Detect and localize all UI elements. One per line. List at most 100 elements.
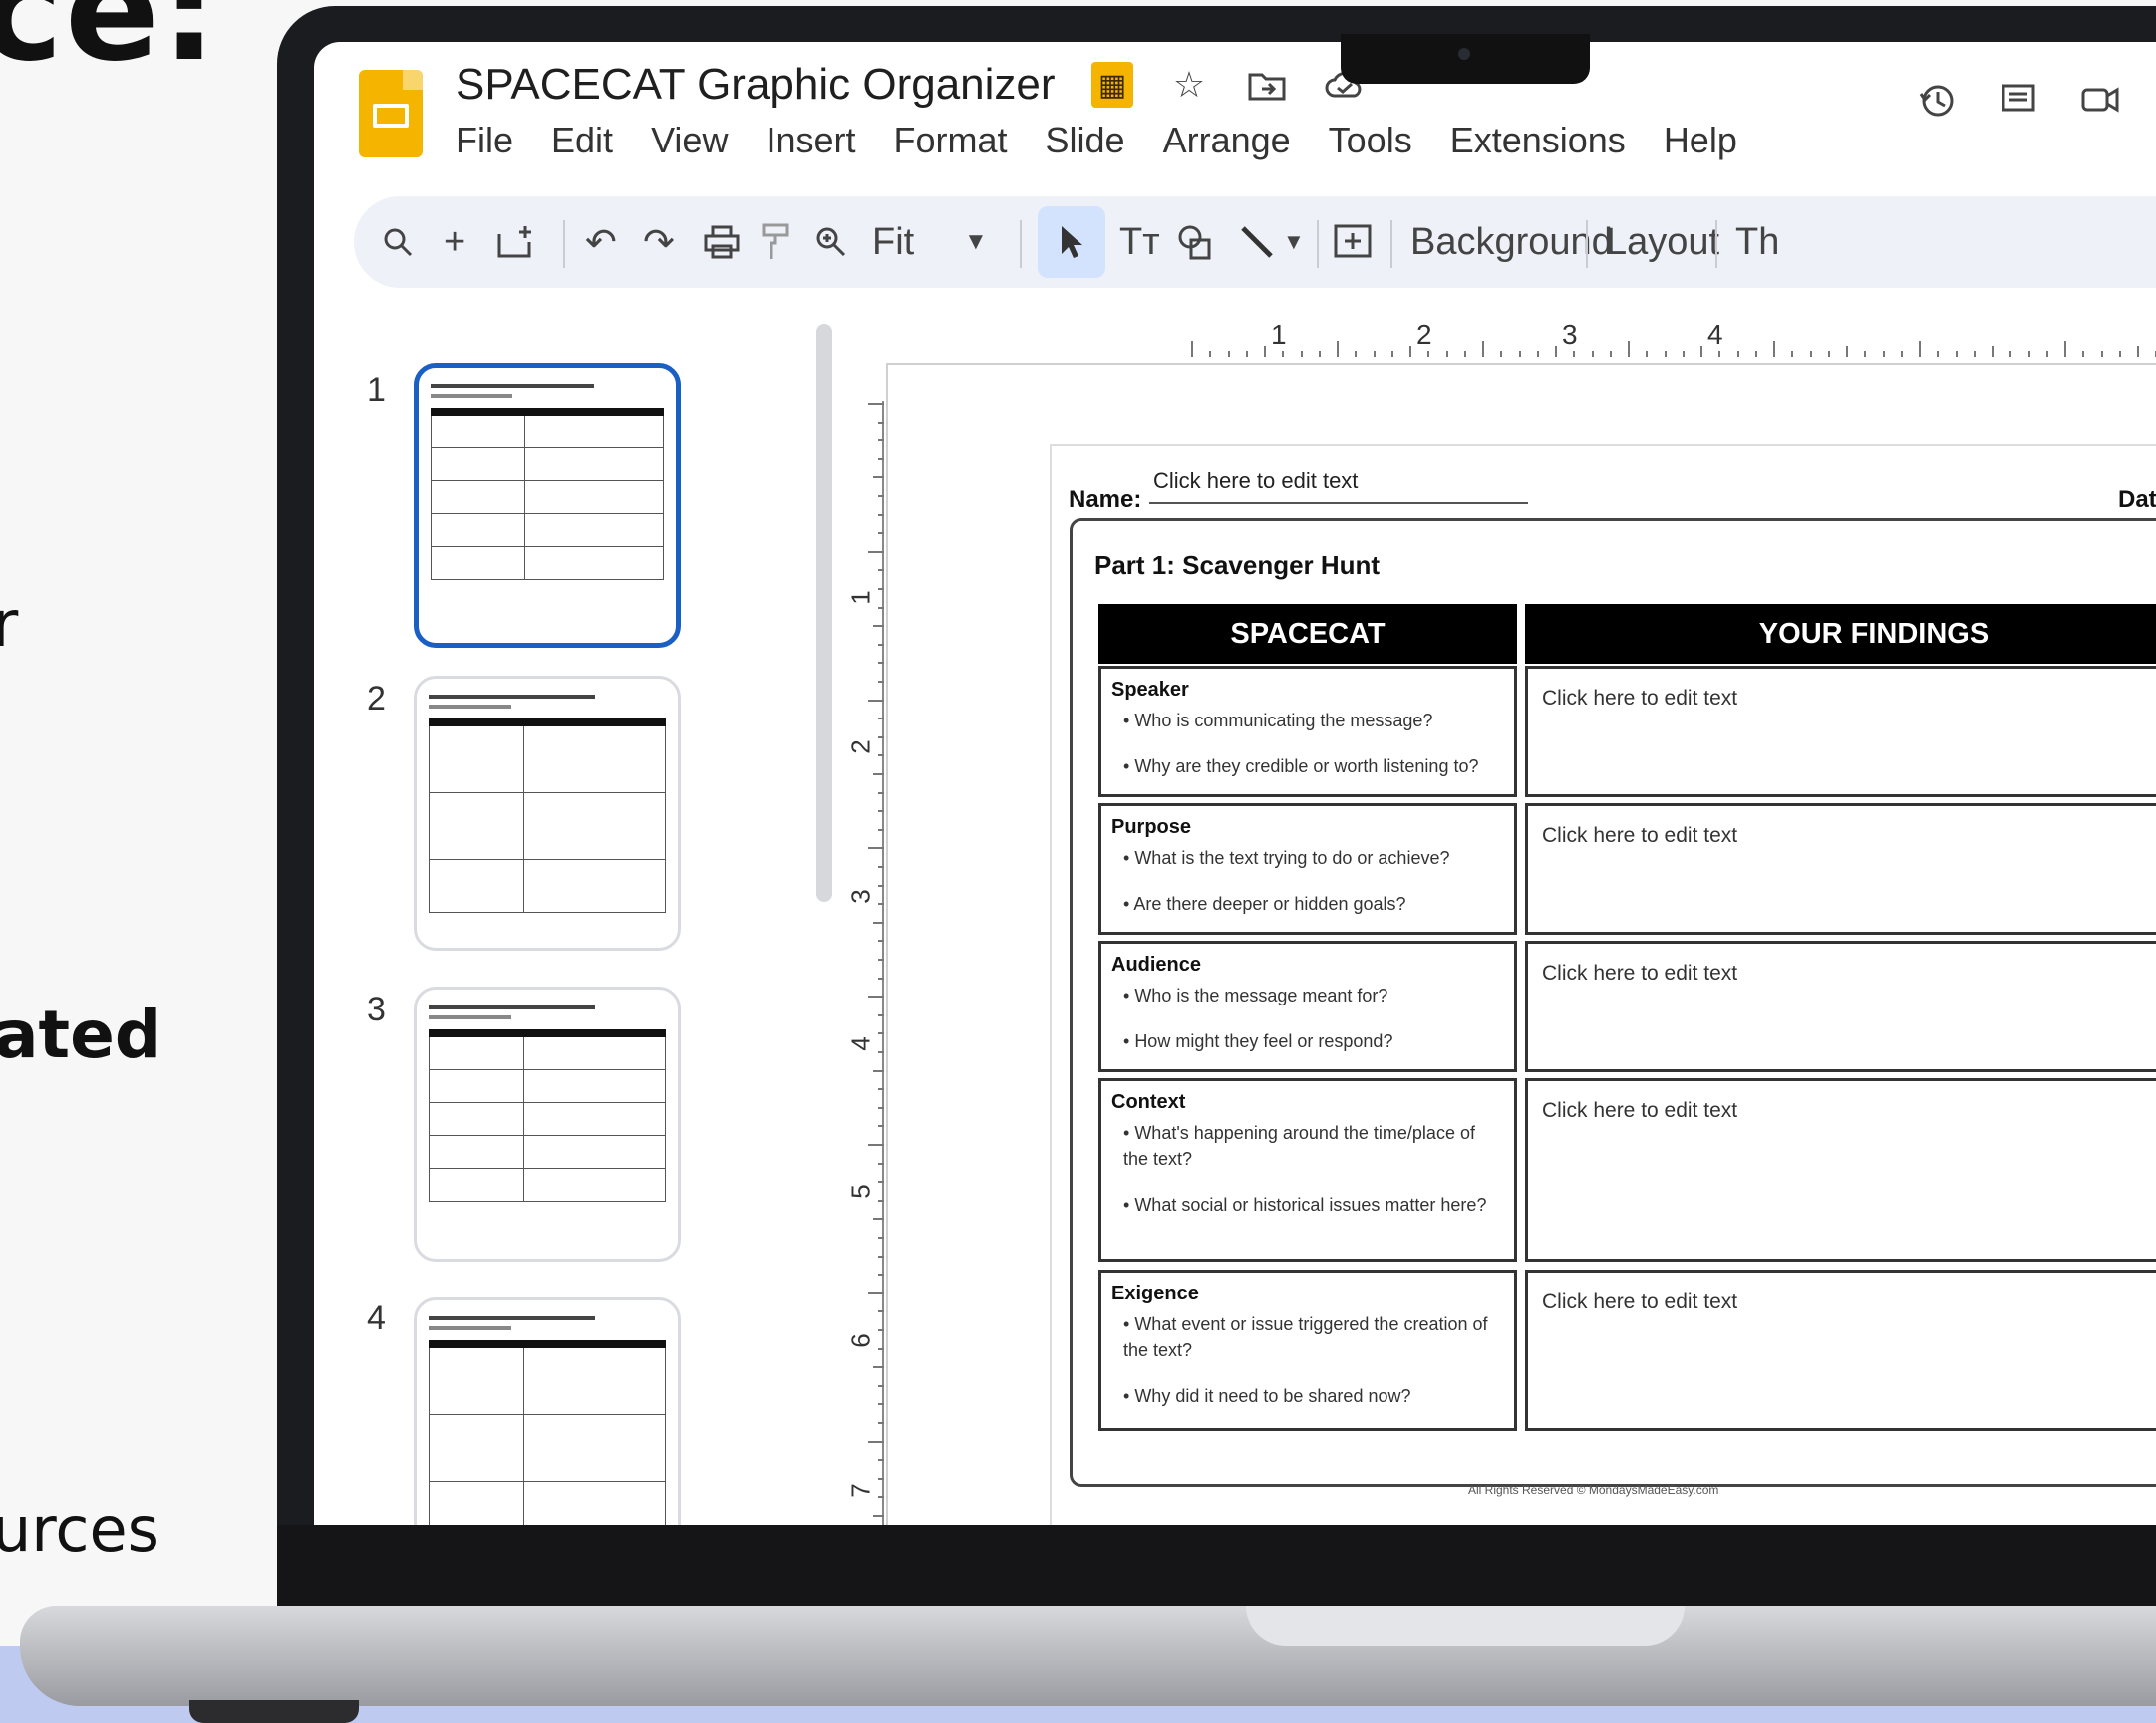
ruler-tick (1573, 351, 1576, 357)
ruler-tick (1482, 341, 1484, 357)
ruler-tick (1591, 351, 1594, 357)
findings-text-field[interactable]: Click here to edit text (1525, 1078, 2156, 1262)
select-cursor-icon[interactable] (1038, 206, 1105, 278)
ruler-number: 3 (845, 889, 876, 904)
question-text: • Who is communicating the message? (1123, 711, 1433, 730)
slide-number: 2 (367, 680, 386, 718)
question-text: • What event or issue triggered the crea… (1123, 1314, 1488, 1360)
comments-icon[interactable] (2001, 82, 2036, 129)
ruler-tick (878, 1013, 884, 1016)
ruler-tick (1754, 351, 1757, 357)
menu-help[interactable]: Help (1664, 120, 1757, 161)
filmstrip-scrollbar[interactable] (816, 324, 832, 902)
paint-format-icon[interactable] (761, 218, 790, 266)
zoom-value: Fit (872, 220, 915, 263)
ruler-tick (1646, 351, 1649, 357)
search-icon[interactable] (382, 218, 414, 266)
category-label: Context (1111, 1091, 1186, 1113)
ruler-tick (1264, 346, 1266, 357)
insert-comment-icon[interactable] (1333, 218, 1373, 266)
ruler-tick (1809, 351, 1812, 357)
menu-slide[interactable]: Slide (1046, 120, 1145, 161)
slide-thumbnail-4[interactable] (414, 1297, 681, 1525)
ruler-tick (1937, 351, 1940, 357)
findings-text-field[interactable]: Click here to edit text (1525, 1270, 2156, 1431)
ruler-tick (1500, 351, 1503, 357)
menu-edit[interactable]: Edit (551, 120, 633, 161)
category-label: Audience (1111, 954, 1202, 976)
ruler-tick (878, 1162, 884, 1165)
layout-button[interactable]: Layout (1606, 218, 1719, 266)
line-icon[interactable] (1239, 218, 1275, 266)
slides-logo-icon[interactable] (359, 70, 423, 157)
ruler-number: 7 (845, 1483, 876, 1498)
ruler-tick (1827, 351, 1830, 357)
ruler-tick (878, 681, 884, 683)
ruler-tick (1973, 351, 1976, 357)
ruler-tick (1718, 351, 1721, 357)
slides-file-icon[interactable]: ▦ (1091, 62, 1133, 108)
theme-button[interactable]: Th (1735, 218, 1779, 266)
ruler-tick (878, 1051, 884, 1053)
menu-insert[interactable]: Insert (766, 120, 875, 161)
menu-tools[interactable]: Tools (1329, 120, 1432, 161)
ruler-tick (1337, 341, 1339, 357)
ruler-number: 1 (845, 590, 876, 605)
menu-view[interactable]: View (651, 120, 748, 161)
column-header-spacecat: SPACECAT (1098, 604, 1517, 664)
zoom-select[interactable]: Fit (872, 218, 914, 266)
undo-icon[interactable]: ↶ (585, 218, 617, 266)
star-icon[interactable]: ☆ (1167, 63, 1211, 107)
slide-thumbnail-3[interactable] (414, 987, 681, 1262)
ruler-tick (2118, 351, 2121, 357)
part-title: Part 1: Scavenger Hunt (1094, 550, 1381, 580)
ruler-tick (1409, 346, 1411, 357)
ruler-tick (1773, 341, 1775, 357)
line-dropdown-chevron-icon[interactable]: ▼ (1283, 218, 1305, 266)
add-icon[interactable]: + (444, 218, 465, 266)
version-history-icon[interactable] (1919, 82, 1957, 129)
move-folder-icon[interactable] (1245, 63, 1289, 107)
ruler-tick (878, 1477, 884, 1480)
menu-file[interactable]: File (456, 120, 533, 161)
findings-text-field[interactable]: Click here to edit text (1525, 666, 2156, 797)
shape-icon[interactable] (1177, 218, 1213, 266)
menu-arrange[interactable]: Arrange (1163, 120, 1311, 161)
slide-thumbnail-1[interactable] (414, 363, 681, 648)
redo-icon[interactable]: ↷ (643, 218, 675, 266)
ruler-tick (878, 735, 884, 738)
zoom-icon[interactable] (814, 218, 848, 266)
category-label: Speaker (1111, 679, 1189, 701)
text-box-icon[interactable]: Tт (1119, 218, 1160, 266)
ruler-tick (878, 457, 884, 460)
ruler-tick (878, 754, 884, 757)
ruler-tick (878, 1032, 884, 1035)
findings-text-field[interactable]: Click here to edit text (1525, 803, 2156, 935)
menu-extensions[interactable]: Extensions (1450, 120, 1646, 161)
ruler-tick (2009, 351, 2012, 357)
ruler-tick (1445, 351, 1448, 357)
prompt-cell: Purpose • What is the text trying to do … (1098, 803, 1517, 935)
ruler-tick (1373, 351, 1376, 357)
background-button[interactable]: Background (1410, 218, 1613, 266)
ruler-tick (878, 791, 884, 794)
menu-format[interactable]: Format (894, 120, 1028, 161)
name-text-field[interactable]: Click here to edit text (1153, 468, 1358, 494)
name-label: Name: (1069, 486, 1142, 513)
print-icon[interactable] (703, 218, 741, 266)
zoom-dropdown-chevron-icon[interactable]: ▼ (964, 218, 988, 266)
prompt-cell: Audience • Who is the message meant for?… (1098, 941, 1517, 1072)
ruler-tick (878, 588, 884, 590)
ruler-tick (878, 959, 884, 961)
ruler-tick (1191, 341, 1193, 357)
question-text: • Why are they credible or worth listeni… (1123, 756, 1479, 776)
new-slide-icon[interactable] (495, 218, 535, 266)
theme-label: Th (1735, 220, 1780, 263)
findings-text-field[interactable]: Click here to edit text (1525, 941, 2156, 1072)
ruler-tick (878, 495, 884, 497)
ruler-tick (2100, 351, 2103, 357)
ruler-tick (1318, 351, 1321, 357)
document-title[interactable]: SPACECAT Graphic Organizer (456, 60, 1056, 110)
meet-icon[interactable] (2080, 82, 2124, 129)
slide-thumbnail-2[interactable] (414, 676, 681, 951)
